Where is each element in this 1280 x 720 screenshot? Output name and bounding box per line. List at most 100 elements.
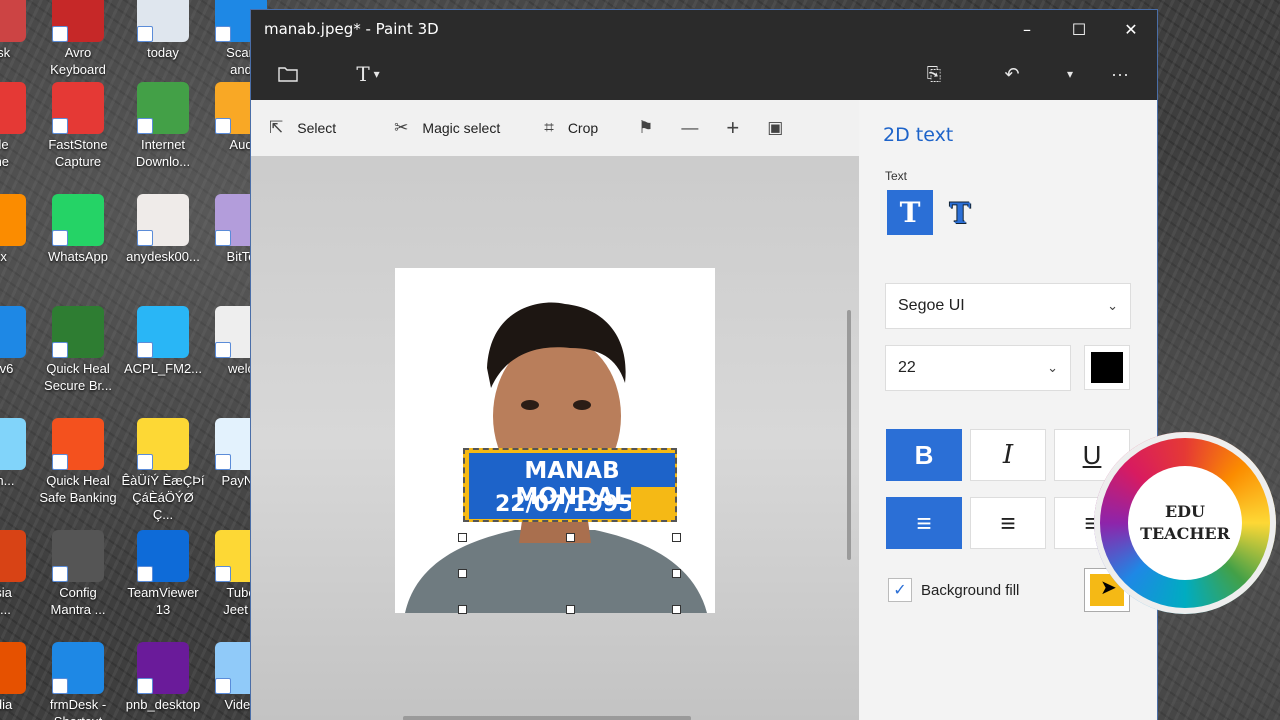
plain-text-style-button[interactable]: T: [887, 190, 933, 235]
logo-line-1: EDU: [1164, 502, 1206, 521]
zoom-in-tool[interactable]: +: [712, 100, 753, 156]
logo-core: EDU TEACHER: [1128, 466, 1242, 580]
close-button[interactable]: ✕: [1105, 10, 1157, 48]
desktop-icon[interactable]: Internet Downlo...: [121, 82, 205, 170]
app-icon: [137, 306, 189, 358]
undo-icon: ↶: [1004, 63, 1020, 84]
align-center-button[interactable]: ≡: [970, 497, 1046, 549]
desktop-icon-label: Quick Heal Secure Br...: [44, 361, 112, 393]
font-family-dropdown[interactable]: Segoe UI ⌄: [885, 283, 1131, 329]
caret-down-icon: ▾: [1066, 67, 1074, 81]
vertical-scrollbar[interactable]: [847, 310, 851, 560]
resize-handle-tm[interactable]: [566, 533, 575, 542]
edu-teacher-logo: EDU TEACHER: [1094, 432, 1276, 614]
font-size-dropdown[interactable]: 22 ⌄: [885, 345, 1071, 391]
desktop-icon-label: ÊàÜíÝ ÈæÇÞí ÇáÈáÖÝØ Ç...: [121, 473, 205, 522]
resize-handle-mr[interactable]: [672, 569, 681, 578]
app-icon: [0, 306, 26, 358]
more-button[interactable]: ···: [1095, 54, 1145, 94]
app-icon: [52, 306, 104, 358]
app-icon: [52, 194, 104, 246]
desktop-icon[interactable]: pnb_desktop: [121, 642, 205, 713]
plus-icon: +: [726, 115, 740, 140]
resize-handle-bm[interactable]: [566, 605, 575, 614]
desktop-icon-label: Avro Keyboard: [50, 45, 106, 77]
desktop-icon[interactable]: FastStone Capture: [36, 82, 120, 170]
cursor-icon: ⇱: [269, 118, 284, 137]
font-family-value: Segoe UI: [898, 297, 965, 314]
zoom-out-tool[interactable]: —: [667, 100, 712, 156]
desktop-icon[interactable]: ACPL_FM2...: [121, 306, 205, 377]
select-tool[interactable]: ⇱ Select: [251, 100, 354, 156]
text-tool-button[interactable]: T ▾: [333, 54, 403, 94]
align-left-icon: ≡: [916, 507, 932, 538]
background-fill-checkbox[interactable]: ✓: [888, 578, 912, 602]
app-icon: [137, 642, 189, 694]
window-title: manab.jpeg* - Paint 3D: [264, 20, 439, 38]
text-box[interactable]: MANAB MONDAL 22/07/1995: [463, 448, 677, 522]
desktop-icon[interactable]: today: [121, 0, 205, 61]
photo-canvas[interactable]: [395, 268, 715, 613]
app-icon: [0, 418, 26, 470]
app-icon: [0, 530, 26, 582]
desktop-icon-label: today: [147, 45, 179, 60]
maximize-button[interactable]: ☐: [1053, 10, 1105, 48]
clipboard-icon: ⎘: [926, 63, 942, 84]
italic-button[interactable]: I: [970, 429, 1046, 481]
paste-button[interactable]: ⎘: [909, 54, 959, 94]
caret-down-icon: ▾: [373, 67, 380, 81]
image-tool[interactable]: ▣: [753, 100, 797, 156]
app-icon: [137, 418, 189, 470]
canvas-area[interactable]: ⇱ Select ✂ Magic select ⌗ Crop ⚑ — + ▣: [251, 100, 859, 720]
app-icon: [52, 418, 104, 470]
font-size-value: 22: [898, 359, 916, 376]
horizontal-scrollbar[interactable]: [403, 716, 691, 720]
app-icon: [137, 194, 189, 246]
resize-handle-bl[interactable]: [458, 605, 467, 614]
app-icon: [52, 530, 104, 582]
desktop-icon-label: ACPL_FM2...: [123, 361, 203, 376]
3d-text-style-button[interactable]: T: [943, 196, 977, 230]
minimize-button[interactable]: –: [1001, 10, 1053, 48]
desktop-icon[interactable]: ÊàÜíÝ ÈæÇÞí ÇáÈáÖÝØ Ç...: [121, 418, 205, 523]
history-button[interactable]: ▾: [1045, 54, 1095, 94]
resize-handle-tl[interactable]: [458, 533, 467, 542]
desktop-icon-label: WhatsApp: [48, 249, 108, 264]
text-color-swatch: [1091, 352, 1123, 383]
crop-tool[interactable]: ⌗ Crop: [526, 100, 616, 156]
menu-button[interactable]: [263, 54, 313, 94]
desktop-icon[interactable]: TeamViewer 13: [121, 530, 205, 618]
desktop-icon[interactable]: Quick Heal Secure Br...: [36, 306, 120, 394]
app-bar: T ▾ ⎘ ↶ ▾ ···: [251, 48, 1157, 100]
image-icon: ▣: [767, 118, 784, 137]
panel-title: 2D text: [883, 124, 954, 146]
minus-icon: —: [681, 118, 699, 137]
text-line-date: 22/07/1995: [495, 492, 634, 517]
app-icon: [0, 0, 26, 42]
paint3d-window: manab.jpeg* - Paint 3D – ☐ ✕ T ▾ ⎘ ↶ ▾ ·…: [250, 9, 1158, 720]
app-icon: [0, 642, 26, 694]
text-section-label: Text: [885, 169, 908, 183]
desktop-icon[interactable]: WhatsApp: [36, 194, 120, 265]
app-icon: [52, 0, 104, 42]
text-tool-icon: T: [356, 62, 370, 86]
undo-button[interactable]: ↶: [987, 54, 1037, 94]
logo-line-2: TEACHER: [1140, 524, 1230, 543]
flip-tool[interactable]: ⚑: [624, 100, 667, 156]
desktop-icon[interactable]: frmDesk - Shortcut: [36, 642, 120, 720]
magic-select-icon: ✂: [394, 118, 409, 137]
resize-handle-ml[interactable]: [458, 569, 467, 578]
align-left-button[interactable]: ≡: [886, 497, 962, 549]
title-bar: manab.jpeg* - Paint 3D – ☐ ✕: [251, 10, 1157, 48]
bold-button[interactable]: B: [886, 429, 962, 481]
desktop-icon[interactable]: anydesk00...: [121, 194, 205, 265]
magic-select-tool[interactable]: ✂ Magic select: [376, 100, 518, 156]
chevron-down-icon: ⌄: [1047, 360, 1058, 375]
desktop-icon[interactable]: Config Mantra ...: [36, 530, 120, 618]
resize-handle-tr[interactable]: [672, 533, 681, 542]
resize-handle-br[interactable]: [672, 605, 681, 614]
text-color-picker[interactable]: [1084, 345, 1130, 390]
desktop-icon[interactable]: Avro Keyboard: [36, 0, 120, 78]
desktop-icon[interactable]: Quick Heal Safe Banking: [36, 418, 120, 506]
desktop-icon-label: pnb_desktop: [125, 697, 201, 712]
